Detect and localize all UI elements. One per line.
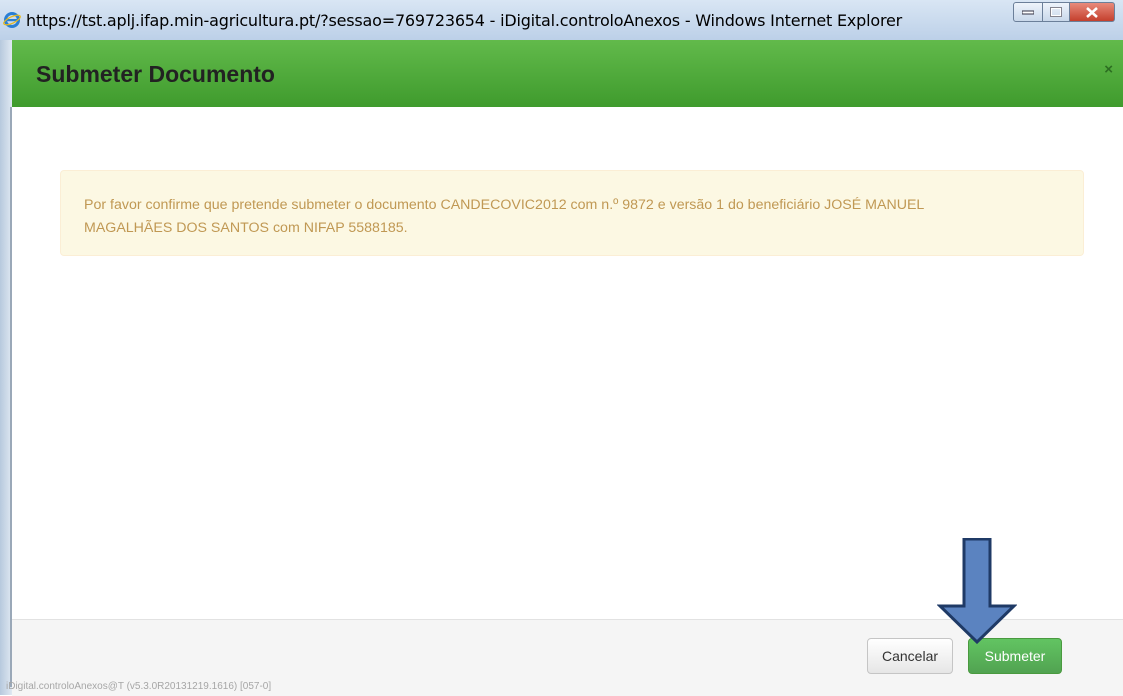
confirmation-alert: Por favor confirme que pretende submeter… xyxy=(60,170,1084,256)
minimize-icon xyxy=(1022,10,1034,15)
down-arrow-annotation-icon xyxy=(937,538,1017,644)
minimize-button[interactable] xyxy=(1013,2,1043,22)
window-left-divider xyxy=(10,107,12,687)
modal-header: Submeter Documento × xyxy=(12,40,1123,107)
window-close-button[interactable] xyxy=(1070,2,1115,22)
window-title-bar: https://tst.aplj.ifap.min-agricultura.pt… xyxy=(0,0,1123,41)
modal-title: Submeter Documento xyxy=(36,61,275,87)
window-controls xyxy=(1013,2,1115,22)
modal-close-button[interactable]: × xyxy=(1104,61,1113,78)
window-title: https://tst.aplj.ifap.min-agricultura.pt… xyxy=(26,11,903,30)
internet-explorer-icon xyxy=(3,12,21,28)
close-icon xyxy=(1086,6,1098,18)
confirmation-message: Por favor confirme que pretende submeter… xyxy=(84,197,924,236)
maximize-icon xyxy=(1050,7,1062,17)
maximize-button[interactable] xyxy=(1043,2,1070,22)
version-text: iDigital.controloAnexos@T (v5.3.0R201312… xyxy=(6,681,272,692)
